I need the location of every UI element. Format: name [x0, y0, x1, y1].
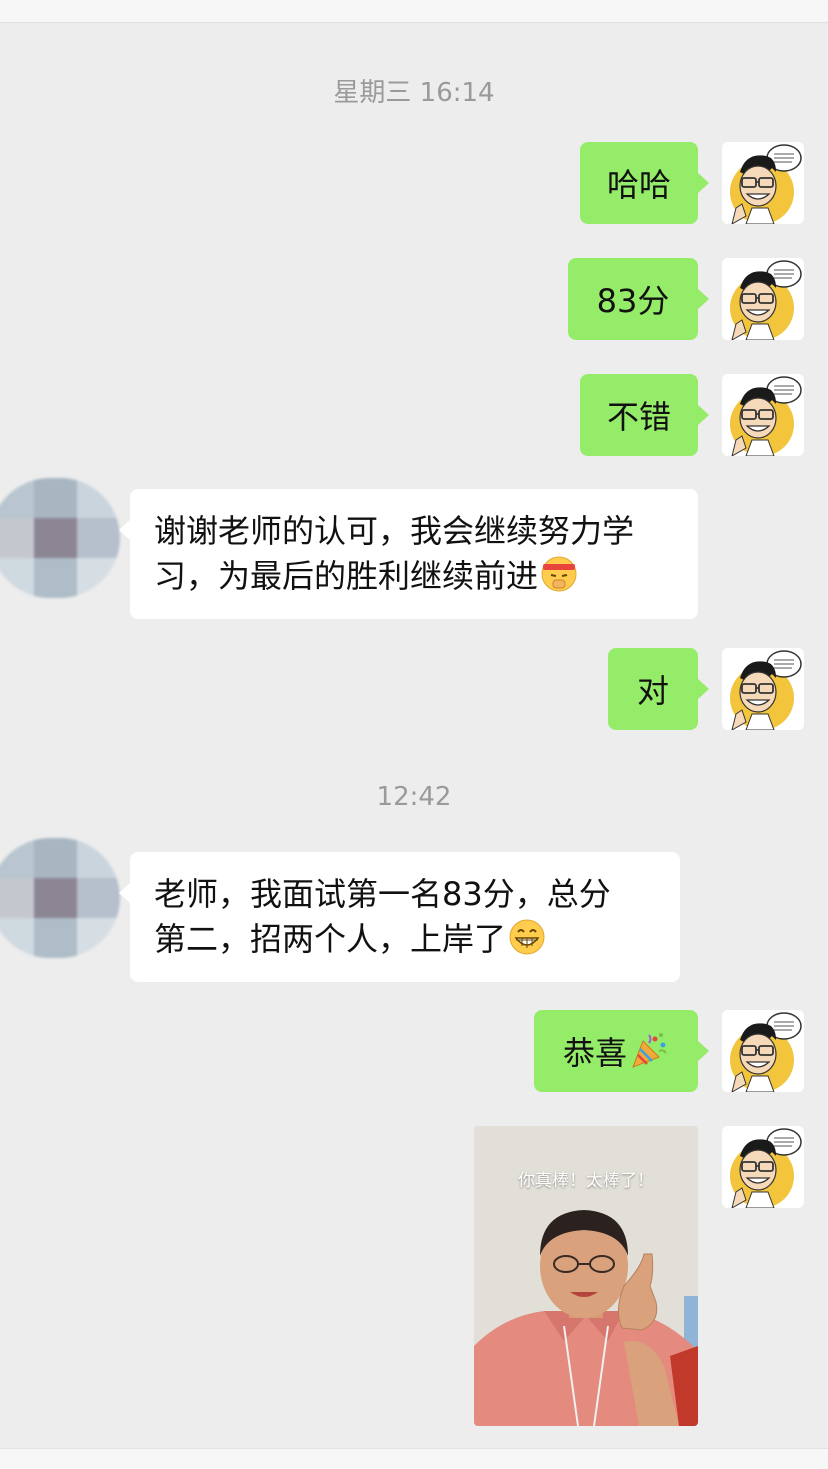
message-text-line: 老师，我面试第一名83分，总分 — [154, 875, 611, 913]
contact-avatar[interactable] — [0, 838, 120, 958]
my-avatar[interactable] — [722, 258, 804, 340]
message-text-line: 第二，招两个人，上岸了 — [154, 920, 507, 958]
message-bubble-received[interactable]: 谢谢老师的认可，我会继续努力学 习，为最后的胜利继续前进 — [119, 489, 698, 619]
grin-emoji — [509, 919, 545, 955]
message-bubble-sent[interactable]: 恭喜 — [534, 1010, 709, 1092]
my-avatar[interactable] — [722, 1010, 804, 1092]
bottom-edge-bar — [0, 1448, 828, 1469]
message-bubble-sent[interactable]: 哈哈 — [580, 142, 709, 224]
party-popper-emoji — [632, 1033, 667, 1068]
message-bubble-sent[interactable]: 不错 — [580, 374, 709, 456]
contact-avatar[interactable] — [0, 478, 120, 598]
message-text-line: 谢谢老师的认可，我会继续努力学 — [154, 512, 635, 550]
message-text: 83分 — [596, 282, 670, 320]
my-avatar[interactable] — [722, 142, 804, 224]
message-text-line: 习，为最后的胜利继续前进 — [154, 557, 539, 595]
message-bubble-received[interactable]: 老师，我面试第一名83分，总分 第二，招两个人，上岸了 — [119, 852, 680, 982]
my-avatar[interactable] — [722, 374, 804, 456]
top-edge-bar — [0, 0, 828, 23]
message-bubble-sent[interactable]: 83分 — [568, 258, 709, 340]
image-caption: 你真棒！太棒了！ — [518, 1171, 654, 1191]
headband-fist-emoji — [541, 556, 577, 592]
my-avatar[interactable] — [722, 648, 804, 730]
timestamp: 星期三 16:14 — [333, 78, 495, 108]
timestamp: 12:42 — [376, 782, 452, 812]
message-text: 对 — [636, 672, 669, 710]
my-avatar[interactable] — [722, 1126, 804, 1208]
message-text: 恭喜 — [562, 1034, 627, 1072]
message-bubble-sent[interactable]: 对 — [608, 648, 709, 730]
message-text: 哈哈 — [606, 166, 671, 204]
image-message[interactable]: 你真棒！太棒了！ — [474, 1126, 698, 1426]
message-text: 不错 — [606, 398, 671, 436]
